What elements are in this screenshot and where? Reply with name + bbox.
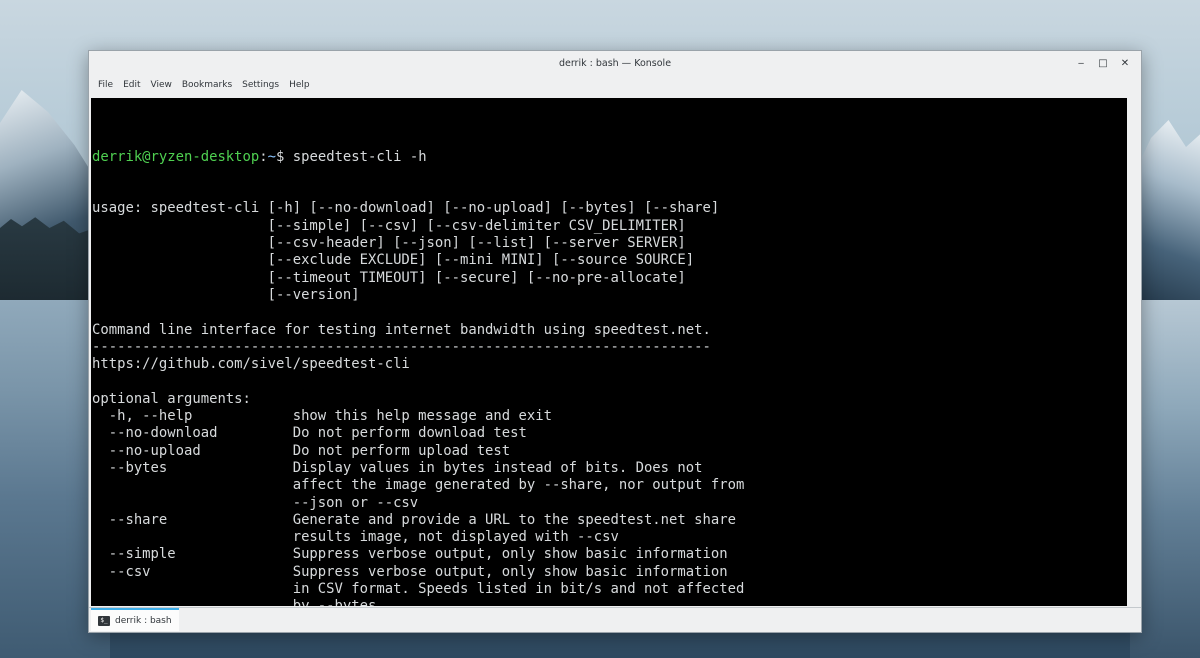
prompt-separator: : (259, 148, 268, 165)
close-icon: ✕ (1120, 57, 1130, 69)
terminal-area[interactable]: derrik@ryzen-desktop:~$ speedtest-cli -h… (91, 98, 1127, 606)
prompt-command: speedtest-cli -h (284, 148, 427, 165)
maximize-icon: □ (1098, 57, 1108, 69)
terminal-line: --bytes Display values in bytes instead … (92, 459, 703, 476)
terminal-line: in CSV format. Speeds listed in bit/s an… (92, 581, 745, 598)
terminal-line: --no-download Do not perform download te… (92, 425, 527, 442)
maximize-button[interactable]: □ (1095, 55, 1111, 71)
terminal-line: -h, --help show this help message and ex… (92, 408, 552, 425)
terminal-line: --json or --csv (92, 494, 419, 511)
terminal-line: results image, not displayed with --csv (92, 529, 619, 546)
terminal-line: --no-upload Do not perform upload test (92, 442, 511, 459)
menu-settings[interactable]: Settings (238, 75, 283, 95)
terminal-line: [--csv-header] [--json] [--list] [--serv… (92, 235, 686, 252)
tab-label: derrik : bash (115, 615, 172, 626)
menu-file[interactable]: File (94, 75, 117, 95)
terminal-line: affect the image generated by --share, n… (92, 477, 745, 494)
terminal-line: usage: speedtest-cli [-h] [--no-download… (92, 200, 720, 217)
terminal-icon: $_ (98, 615, 110, 626)
minimize-button[interactable]: ‒ (1073, 55, 1089, 71)
window-controls: ‒ □ ✕ (1073, 55, 1133, 71)
window-title: derrik : bash — Konsole (558, 57, 672, 69)
title-bar[interactable]: derrik : bash — Konsole ‒ □ ✕ (89, 51, 1141, 75)
menu-edit[interactable]: Edit (119, 75, 144, 95)
terminal-line: Command line interface for testing inter… (92, 321, 711, 338)
terminal-line: by --bytes (92, 598, 744, 606)
terminal-line: [--simple] [--csv] [--csv-delimiter CSV_… (92, 217, 686, 234)
menu-bar: File Edit View Bookmarks Settings Help (89, 75, 1141, 95)
menu-view[interactable]: View (147, 75, 176, 95)
terminal-line: [--timeout TIMEOUT] [--secure] [--no-pre… (92, 269, 686, 286)
terminal-line: [--exclude EXCLUDE] [--mini MINI] [--sou… (92, 252, 695, 269)
terminal-scrollbar[interactable] (1129, 98, 1137, 606)
menu-help[interactable]: Help (285, 75, 314, 95)
konsole-window: derrik : bash — Konsole ‒ □ ✕ File Edit … (88, 50, 1142, 633)
terminal-line: --csv Suppress verbose output, only show… (92, 563, 728, 580)
terminal-line: optional arguments: (92, 390, 251, 407)
minimize-icon: ‒ (1077, 57, 1085, 69)
terminal-line: --share Generate and provide a URL to th… (92, 511, 736, 528)
terminal-output: derrik@ryzen-desktop:~$ speedtest-cli -h… (92, 114, 744, 606)
terminal-line: ----------------------------------------… (92, 338, 711, 355)
close-button[interactable]: ✕ (1117, 55, 1133, 71)
tab-bash[interactable]: $_ derrik : bash (91, 608, 179, 631)
prompt-line: derrik@ryzen-desktop:~$ speedtest-cli -h (92, 149, 744, 166)
terminal-line: --simple Suppress verbose output, only s… (92, 546, 728, 563)
menu-bookmarks[interactable]: Bookmarks (178, 75, 236, 95)
tab-bar: $_ derrik : bash (89, 607, 1141, 632)
terminal-line: [--version] (92, 286, 360, 303)
prompt-user-host: derrik@ryzen-desktop (92, 148, 260, 165)
terminal-line: https://github.com/sivel/speedtest-cli (92, 356, 410, 373)
prompt-path: ~ (267, 148, 277, 165)
